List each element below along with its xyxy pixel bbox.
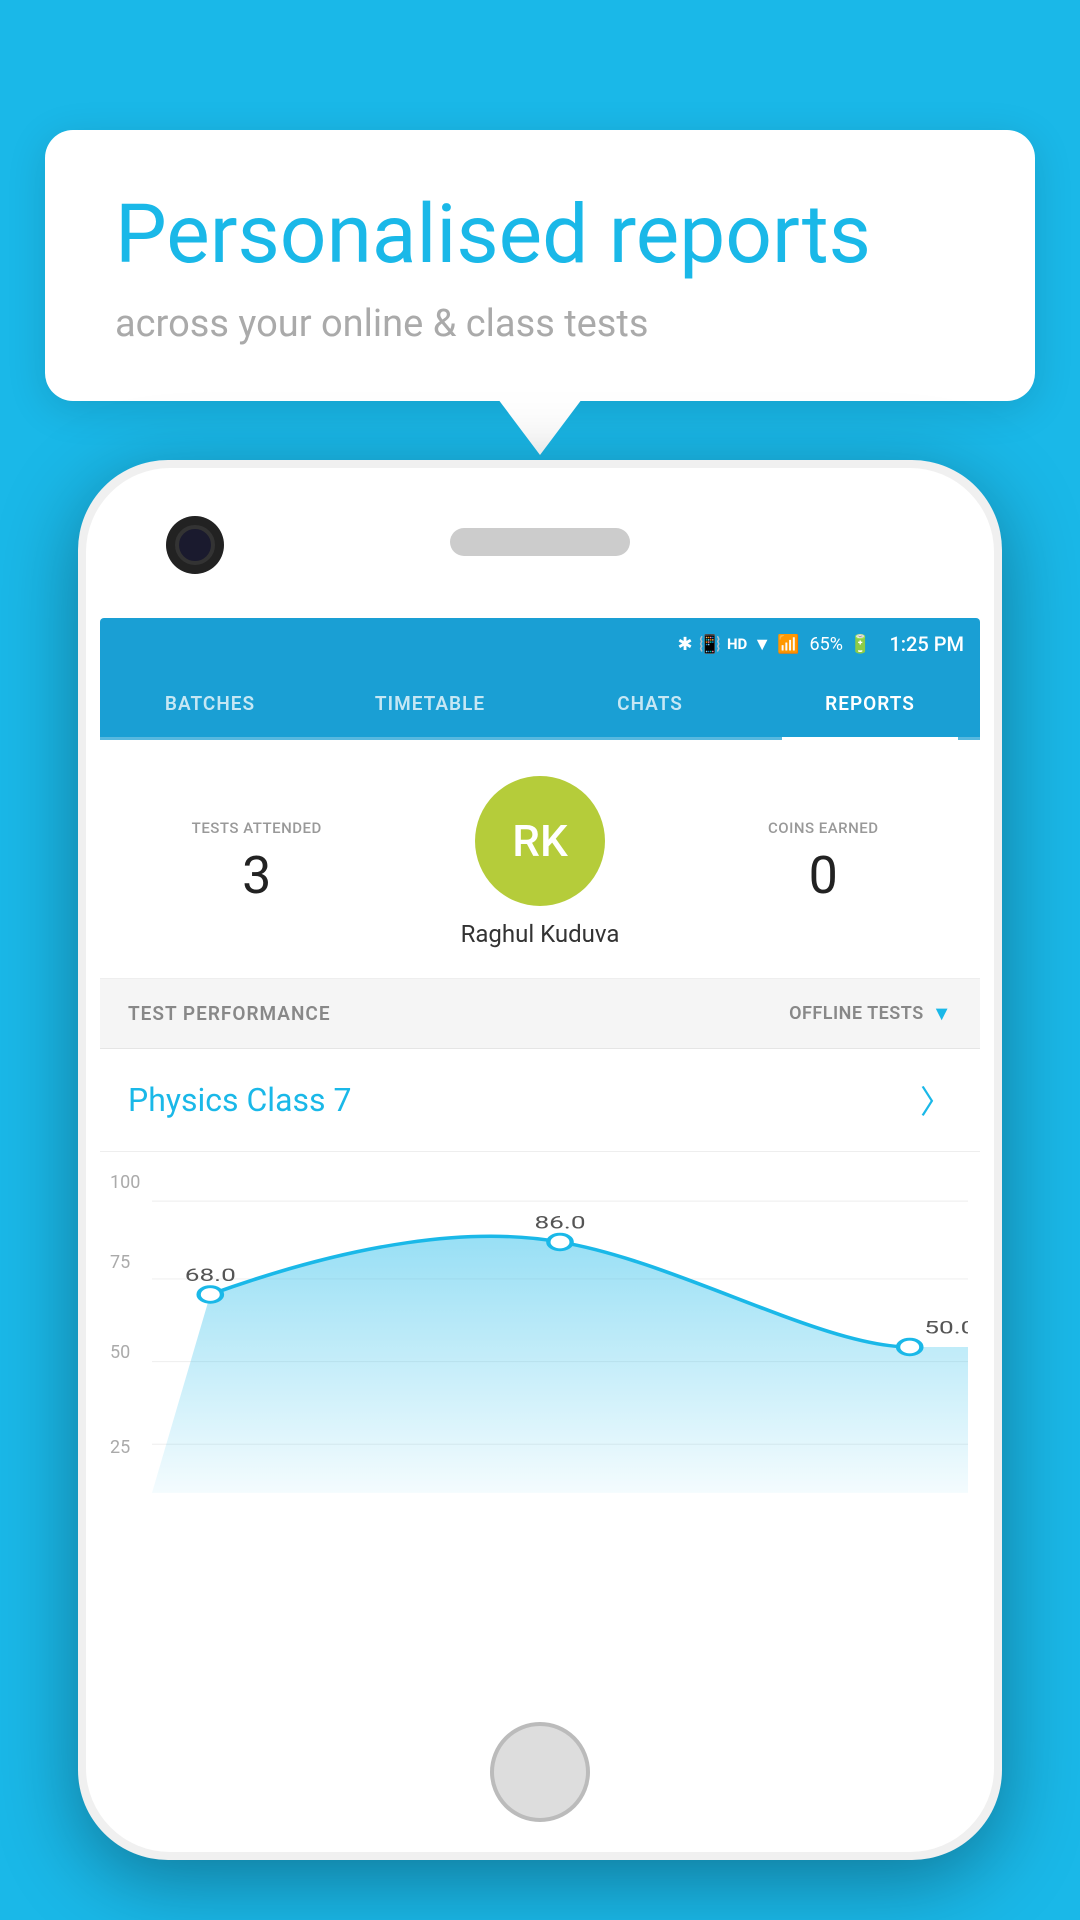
chart-area: 100 75 50 25 [100,1152,980,1532]
speech-card: Personalised reports across your online … [45,130,1035,401]
screen: ✱ 📳 HD ▼ 📶 65% 🔋 1:25 PM BATCHES TIMETAB… [100,618,980,1712]
card-subtitle: across your online & class tests [115,302,965,346]
coins-earned-block: COINS EARNED 0 [695,819,953,906]
battery-pct: 65% [810,634,843,655]
signal-icon: 📶 [777,634,799,655]
user-center: RK Raghul Kuduva [386,776,695,948]
line-chart: 68.0 86.0 50.0 [152,1172,968,1522]
data-label-3: 50.0 [924,1318,968,1338]
tab-chats[interactable]: CHATS [540,670,760,737]
class-row[interactable]: Physics Class 7 〉 [100,1049,980,1152]
y-label-50: 50 [110,1342,130,1363]
tab-batches[interactable]: BATCHES [100,670,320,737]
data-label-1: 68.0 [185,1265,236,1285]
vibrate-icon: 📳 [699,634,721,655]
tab-reports[interactable]: REPORTS [760,670,980,737]
tests-attended-block: TESTS ATTENDED 3 [128,819,386,906]
tests-attended-value: 3 [128,845,386,906]
coins-earned-label: COINS EARNED [695,819,953,837]
y-label-25: 25 [110,1437,130,1458]
chevron-right-icon: 〉 [920,1077,952,1123]
avatar: RK [475,776,605,906]
bluetooth-icon: ✱ [677,634,692,655]
nav-tabs: BATCHES TIMETABLE CHATS REPORTS [100,670,980,740]
front-camera [166,516,224,574]
tests-attended-label: TESTS ATTENDED [128,819,386,837]
class-name: Physics Class 7 [128,1081,351,1119]
coins-earned-value: 0 [695,845,953,906]
user-name: Raghul Kuduva [461,920,620,948]
home-button[interactable] [490,1722,590,1822]
data-point-3 [898,1339,921,1355]
chevron-down-icon: ▼ [932,1001,952,1026]
wifi-icon: ▼ [753,634,771,655]
phone-shell: ✱ 📳 HD ▼ 📶 65% 🔋 1:25 PM BATCHES TIMETAB… [78,460,1002,1860]
data-label-2: 86.0 [534,1213,585,1233]
data-point-1 [199,1287,222,1303]
y-label-75: 75 [110,1252,130,1273]
user-section: TESTS ATTENDED 3 RK Raghul Kuduva COINS … [100,740,980,979]
speaker [450,528,630,556]
data-point-2 [548,1234,571,1250]
battery-icon: 🔋 [849,634,871,655]
phone-inner: ✱ 📳 HD ▼ 📶 65% 🔋 1:25 PM BATCHES TIMETAB… [86,468,994,1852]
status-icons: ✱ 📳 HD ▼ 📶 65% 🔋 [677,634,871,655]
card-title: Personalised reports [115,190,965,280]
hd-icon: HD [727,635,747,653]
perf-label: TEST PERFORMANCE [128,1002,331,1025]
performance-header: TEST PERFORMANCE OFFLINE TESTS ▼ [100,979,980,1049]
status-bar: ✱ 📳 HD ▼ 📶 65% 🔋 1:25 PM [100,618,980,670]
offline-tests-filter[interactable]: OFFLINE TESTS ▼ [789,1001,952,1026]
tab-timetable[interactable]: TIMETABLE [320,670,540,737]
y-label-100: 100 [110,1172,140,1193]
status-time: 1:25 PM [889,632,964,656]
